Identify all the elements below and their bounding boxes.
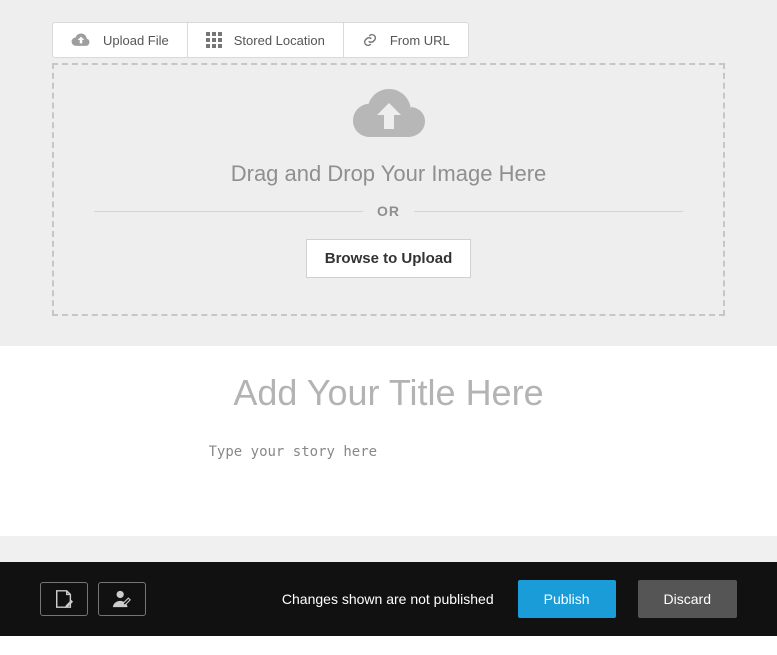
cloud-upload-icon: [71, 32, 91, 48]
person-pencil-icon: [111, 589, 133, 609]
tab-from-url[interactable]: From URL: [344, 22, 469, 58]
edit-author-button[interactable]: [98, 582, 146, 616]
or-divider: OR: [94, 203, 683, 219]
link-icon: [362, 32, 378, 48]
browse-upload-button[interactable]: Browse to Upload: [306, 239, 472, 278]
dropzone[interactable]: Drag and Drop Your Image Here OR Browse …: [52, 63, 725, 316]
cloud-upload-large-icon: [353, 89, 425, 143]
tab-stored-location[interactable]: Stored Location: [188, 22, 344, 58]
tab-upload-file[interactable]: Upload File: [52, 22, 188, 58]
edit-page-button[interactable]: [40, 582, 88, 616]
publish-status-text: Changes shown are not published: [282, 591, 494, 607]
title-input[interactable]: [52, 372, 725, 414]
editor-section: [0, 346, 777, 536]
tab-label: Upload File: [103, 33, 169, 48]
story-input[interactable]: [209, 444, 569, 476]
grid-icon: [206, 32, 222, 48]
or-label: OR: [377, 203, 400, 219]
dropzone-text: Drag and Drop Your Image Here: [231, 161, 547, 187]
discard-button[interactable]: Discard: [638, 580, 737, 618]
page-pencil-icon: [53, 589, 75, 609]
spacer: [0, 536, 777, 562]
footer-bar: Changes shown are not published Publish …: [0, 562, 777, 636]
upload-tabs: Upload File Stored Location From URL: [52, 22, 725, 58]
upload-section: Upload File Stored Location From URL Dra…: [0, 0, 777, 346]
tab-label: Stored Location: [234, 33, 325, 48]
publish-button[interactable]: Publish: [518, 580, 616, 618]
tab-label: From URL: [390, 33, 450, 48]
